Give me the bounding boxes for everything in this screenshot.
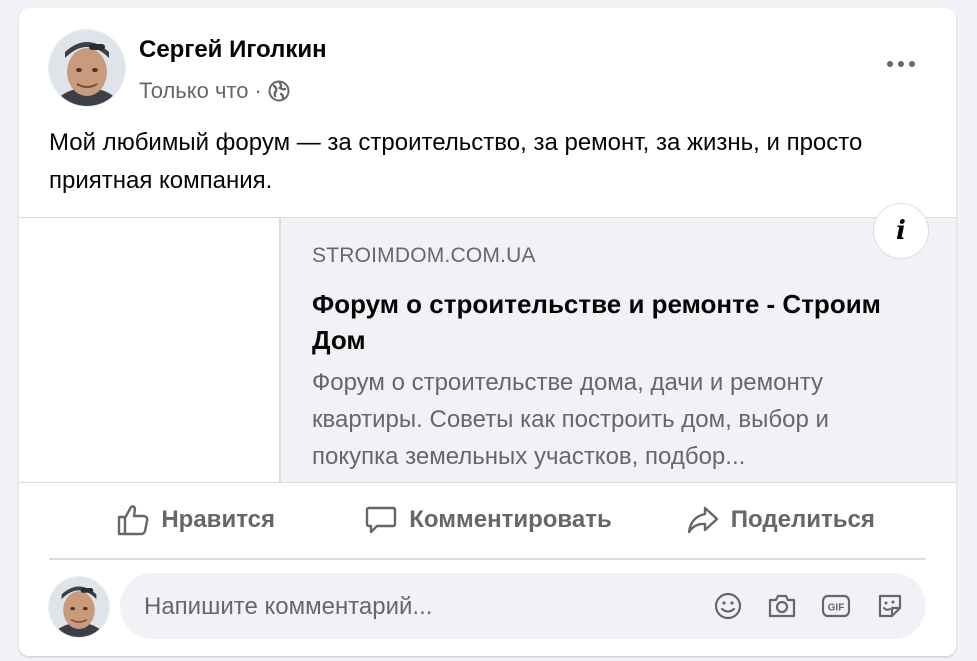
link-preview-body[interactable]: STROIMDOM.COM.UA Форум о строительстве и… bbox=[281, 218, 956, 482]
comment-label: Комментировать bbox=[409, 506, 612, 533]
link-title[interactable]: Форум о строительстве и ремонте - Строим… bbox=[312, 286, 912, 358]
action-bar: Нравится Комментировать Поделиться bbox=[49, 482, 926, 560]
camera-icon[interactable] bbox=[766, 590, 798, 622]
comment-button[interactable]: Комментировать bbox=[341, 482, 633, 558]
svg-text:GIF: GIF bbox=[828, 603, 845, 614]
author-avatar[interactable] bbox=[49, 30, 125, 106]
share-icon bbox=[687, 506, 718, 534]
post-time[interactable]: Только что bbox=[139, 78, 249, 104]
link-domain: STROIMDOM.COM.UA bbox=[312, 244, 536, 267]
more-dot bbox=[887, 61, 893, 67]
like-label: Нравится bbox=[161, 506, 275, 533]
more-dot bbox=[909, 61, 915, 67]
post-meta: Только что · bbox=[139, 78, 290, 104]
emoji-icon[interactable] bbox=[712, 590, 744, 622]
more-options-button[interactable] bbox=[876, 44, 926, 84]
share-label: Поделиться bbox=[730, 506, 875, 533]
link-preview-image[interactable] bbox=[19, 218, 281, 482]
thumbs-up-icon bbox=[118, 505, 149, 536]
post-text: Мой любимый форум — за строительство, за… bbox=[49, 129, 863, 194]
link-description: Форум о строительстве дома, дачи и ремон… bbox=[312, 369, 829, 470]
like-button[interactable]: Нравится bbox=[49, 482, 341, 558]
author-name[interactable]: Сергей Иголкин bbox=[139, 36, 327, 64]
current-user-avatar[interactable] bbox=[49, 577, 109, 637]
more-dot bbox=[898, 61, 904, 67]
gif-icon[interactable]: GIF bbox=[820, 590, 852, 622]
comment-tools: GIF bbox=[712, 590, 906, 622]
post-card: Сергей Иголкин Только что · Мой любимый … bbox=[19, 8, 956, 656]
meta-separator: · bbox=[254, 78, 262, 103]
sticker-icon[interactable] bbox=[874, 590, 906, 622]
globe-icon[interactable] bbox=[268, 80, 290, 102]
comment-icon bbox=[366, 506, 397, 534]
share-button[interactable]: Поделиться bbox=[634, 482, 926, 558]
info-icon: i bbox=[896, 216, 906, 246]
link-info-button[interactable]: i bbox=[873, 203, 929, 259]
link-preview[interactable]: STROIMDOM.COM.UA Форум о строительстве и… bbox=[19, 217, 956, 483]
comment-box[interactable]: GIF bbox=[120, 573, 926, 641]
comment-input[interactable] bbox=[142, 573, 686, 641]
